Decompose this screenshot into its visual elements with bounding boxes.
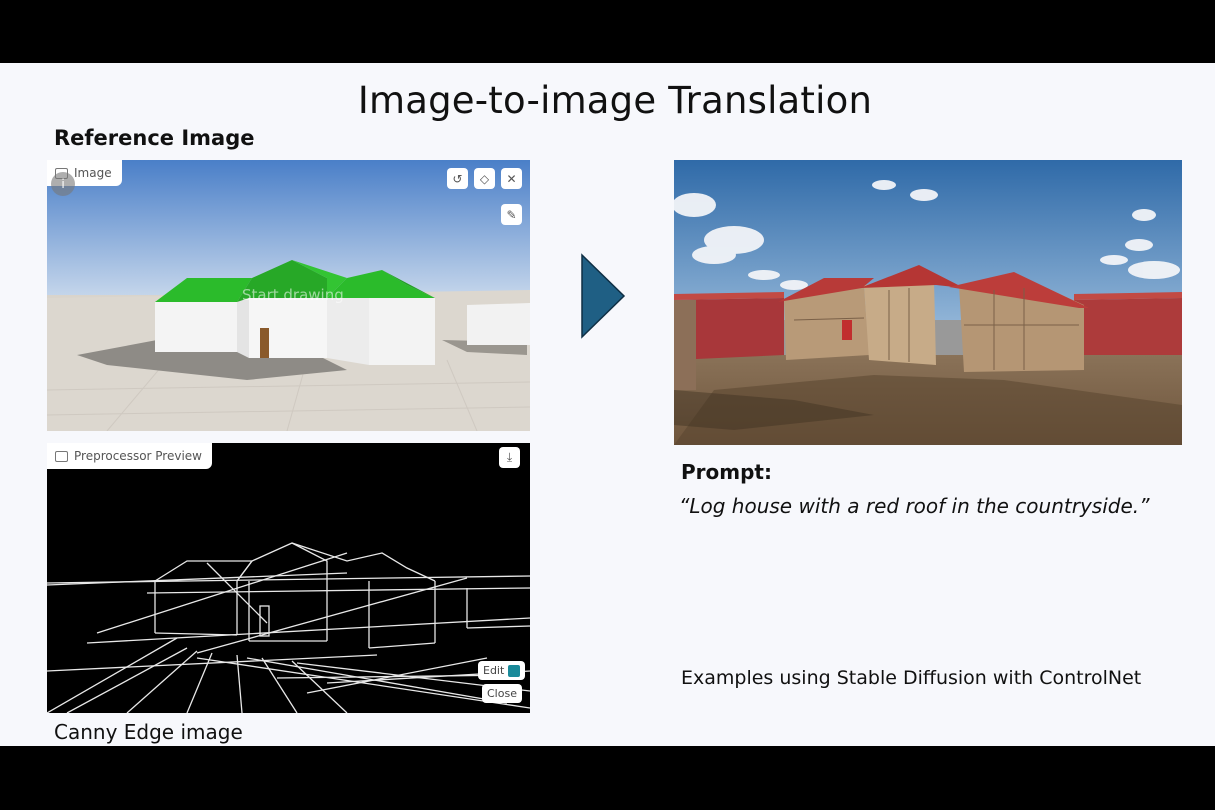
reference-image-panel[interactable]: Image i Start drawing ↺ ◇ ✕ ✎ xyxy=(47,160,530,431)
result-image xyxy=(674,160,1182,445)
info-badge[interactable]: i xyxy=(51,172,75,196)
preprocessor-preview-panel: Preprocessor Preview ⤓ Edit Close xyxy=(47,443,530,713)
bottom-letterbox xyxy=(0,746,1215,810)
top-letterbox xyxy=(0,0,1215,63)
undo-icon[interactable]: ↺ xyxy=(447,168,468,189)
slide: Image-to-image Translation Reference Ima… xyxy=(0,63,1215,746)
preprocessor-tag-label: Preprocessor Preview xyxy=(74,449,202,463)
edit-icon xyxy=(508,664,521,677)
preprocessor-tag: Preprocessor Preview xyxy=(47,443,212,469)
edit-button-label: Edit xyxy=(483,664,505,677)
close-button-label: Close xyxy=(487,687,517,700)
eraser-icon[interactable]: ◇ xyxy=(474,168,495,189)
close-button[interactable]: Close xyxy=(482,684,522,703)
image-icon xyxy=(55,450,68,462)
image-tag-label: Image xyxy=(74,166,112,180)
prompt-heading: Prompt: xyxy=(681,460,772,484)
download-icon[interactable]: ⤓ xyxy=(499,447,520,468)
canny-edge-scene xyxy=(47,443,530,713)
reference-image-label: Reference Image xyxy=(54,126,255,150)
edit-button[interactable]: Edit xyxy=(478,661,526,680)
canny-edge-label: Canny Edge image xyxy=(54,720,243,744)
result-scene xyxy=(674,160,1182,445)
arrow-right-icon xyxy=(581,253,626,339)
slide-title: Image-to-image Translation xyxy=(357,79,873,122)
brush-icon[interactable]: ✎ xyxy=(501,204,522,225)
start-drawing-hint: Start drawing xyxy=(242,286,344,304)
close-icon[interactable]: ✕ xyxy=(501,168,522,189)
prompt-text: “Log house with a red roof in the countr… xyxy=(679,494,1150,518)
footnote: Examples using Stable Diffusion with Con… xyxy=(681,667,1142,689)
